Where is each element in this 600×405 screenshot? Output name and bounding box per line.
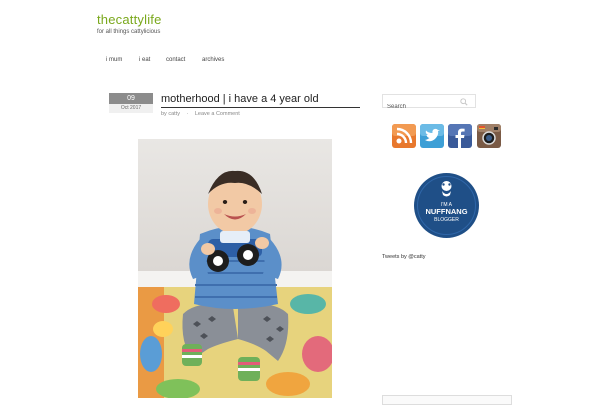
search-box [382,94,476,113]
post-author-link[interactable]: by catty [161,111,180,117]
search-icon[interactable] [460,98,468,106]
nuffnang-blogger-badge[interactable]: I'M A NUFFNANG BLOGGER [414,173,479,238]
nav-item-i-eat[interactable]: i eat [139,57,150,63]
twitter-icon[interactable] [420,124,444,148]
post-date-day: 09 [109,93,153,104]
nav-item-i-mum[interactable]: i mum [106,57,122,63]
nav-item-contact[interactable]: contact [166,57,185,63]
post-date-badge: 09 Oct 2017 [109,93,153,113]
leave-comment-link[interactable]: Leave a Comment [195,111,240,117]
post-photo [138,139,332,398]
post-date-month: Oct 2017 [109,104,153,113]
baby-photo-illustration [138,139,332,398]
rss-icon[interactable] [392,124,416,148]
meta-separator: · [186,111,189,117]
sidebar-widget-box [382,395,512,405]
post-title[interactable]: motherhood | i have a 4 year old [161,93,360,108]
site-title[interactable]: thecattylife [97,12,162,27]
badge-line3: BLOGGER [434,217,459,223]
tweets-by-link[interactable]: Tweets by @catty [382,254,426,260]
facebook-icon[interactable] [448,124,472,148]
instagram-icon[interactable] [477,124,501,148]
nav-item-archives[interactable]: archives [202,57,224,63]
post-meta: by catty · Leave a Comment [161,111,245,117]
main-nav: i mum i eat contact archives [0,57,600,67]
site-tagline: for all things cattylicious [97,29,161,35]
search-input[interactable] [383,101,463,113]
badge-line2: NUFFNANG [425,207,467,216]
